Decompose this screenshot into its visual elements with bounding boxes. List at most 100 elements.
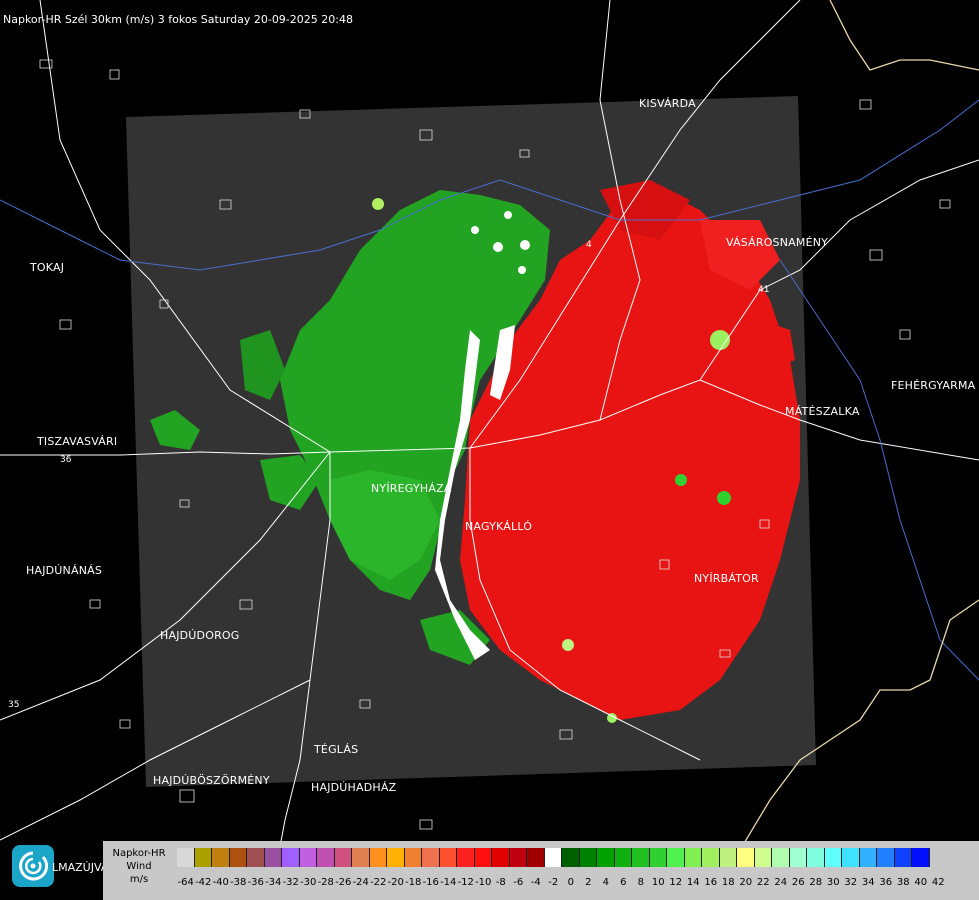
legend-tick: -34 [265, 877, 282, 888]
legend-swatch [544, 848, 562, 867]
legend-swatch [667, 848, 685, 867]
legend-tick: 36 [879, 877, 893, 888]
city-label-teglas: TÉGLÁS [314, 743, 359, 756]
legend-swatch [369, 848, 387, 867]
legend-tick: -2 [548, 877, 559, 888]
city-label-nyiregyhaza: NYÍREGYHÁZA [371, 482, 452, 495]
city-label-kisvarda: KISVÁRDA [639, 97, 696, 110]
city-label-vasarosnameny: VÁSÁROSNAMÉNY [726, 236, 829, 249]
road-number-4: 4 [586, 240, 592, 250]
echo-cell [518, 266, 526, 274]
legend-tick: -30 [300, 877, 317, 888]
legend-tick: 40 [914, 877, 928, 888]
legend-swatch [877, 848, 895, 867]
legend-tick: 32 [844, 877, 858, 888]
legend-swatch [474, 848, 492, 867]
legend-tick: 24 [774, 877, 788, 888]
legend-swatch [247, 848, 265, 867]
legend-swatch [317, 848, 335, 867]
city-label-hajdudorog: HAJDÚDOROG [160, 629, 240, 642]
legend-swatch [229, 848, 247, 867]
legend-swatch [264, 848, 282, 867]
legend-swatch [597, 848, 615, 867]
legend-swatch [299, 848, 317, 867]
legend-swatch [579, 848, 597, 867]
city-label-hajdunanas: HAJDÚNÁNÁS [26, 564, 103, 577]
legend-swatch [894, 848, 912, 867]
legend-tick: 12 [669, 877, 683, 888]
legend-swatch [177, 848, 195, 867]
map-title: Napkor-HR Szél 30km (m/s) 3 fokos Saturd… [3, 13, 353, 26]
legend-swatch [912, 848, 930, 867]
legend-tick: 10 [651, 877, 665, 888]
legend-swatch [772, 848, 790, 867]
legend-tick: -28 [317, 877, 334, 888]
legend-swatch [282, 848, 300, 867]
legend-swatch [194, 848, 212, 867]
legend-tick: 42 [931, 877, 945, 888]
legend-tick: -18 [405, 877, 422, 888]
legend-swatch [404, 848, 422, 867]
road-number-35: 35 [8, 700, 20, 710]
legend-tick: 26 [791, 877, 805, 888]
legend-tick: 34 [861, 877, 875, 888]
legend-swatch [649, 848, 667, 867]
legend-tick: 6 [620, 877, 627, 888]
legend-tick: 28 [809, 877, 823, 888]
legend-tick: 16 [704, 877, 718, 888]
legend-tick: -12 [457, 877, 474, 888]
legend-tick: -32 [282, 877, 299, 888]
legend-tick: 2 [585, 877, 592, 888]
city-label-fehergyarmat: FEHÉRGYARMA [891, 379, 976, 392]
road-number-36: 36 [60, 455, 72, 465]
radar-map [0, 0, 979, 900]
legend-swatch [352, 848, 370, 867]
echo-cell [504, 211, 512, 219]
legend-tick: 0 [567, 877, 574, 888]
legend-tick: -42 [195, 877, 212, 888]
legend-swatch [842, 848, 860, 867]
legend-tick: 22 [756, 877, 770, 888]
legend-tick: -4 [530, 877, 541, 888]
legend-tick: -8 [495, 877, 506, 888]
legend-tick: -14 [440, 877, 457, 888]
legend-tick: 20 [739, 877, 753, 888]
legend-tick: -36 [247, 877, 264, 888]
legend-tick: -38 [230, 877, 247, 888]
legend-tick: 30 [826, 877, 840, 888]
city-label-hajduboszormeny: HAJDÚBÖSZÖRMÉNY [153, 774, 270, 787]
city-label-hajduhadhaz: HAJDÚHADHÁZ [311, 781, 397, 794]
city-label-tokaj: TOKAJ [30, 261, 65, 274]
legend-swatch [702, 848, 720, 867]
legend-swatch [457, 848, 475, 867]
legend-swatch [632, 848, 650, 867]
legend-tick: -26 [335, 877, 352, 888]
legend-swatch [737, 848, 755, 867]
legend-swatch [562, 848, 580, 867]
legend-tick: -10 [475, 877, 492, 888]
legend-swatch [422, 848, 440, 867]
legend-swatch [492, 848, 510, 867]
echo-cell [520, 240, 530, 250]
legend-tick: 8 [637, 877, 644, 888]
echo-cell [675, 474, 687, 486]
legend-tick: 38 [896, 877, 910, 888]
legend-swatch [684, 848, 702, 867]
echo-cell [471, 226, 479, 234]
legend-tick: -16 [422, 877, 439, 888]
legend-tick: 4 [602, 877, 609, 888]
echo-cell [372, 198, 384, 210]
legend-swatch [754, 848, 772, 867]
legend-swatch [614, 848, 632, 867]
legend-swatch [719, 848, 737, 867]
legend-swatch [334, 848, 352, 867]
city-label-tiszavasvari: TISZAVASVÁRI [37, 435, 118, 448]
napkor-logo-icon [12, 845, 54, 887]
legend-swatch [824, 848, 842, 867]
legend-swatch [509, 848, 527, 867]
legend-tick: -40 [212, 877, 229, 888]
legend-tick: -64 [177, 877, 194, 888]
legend-tick-labels: -64 -42 -40 -38 -36 -34 -32 -30 -28 -26 -24 -22 -20-… [177, 877, 977, 891]
legend-tick: -24 [352, 877, 369, 888]
city-label-nyirbator: NYÍRBÁTOR [694, 572, 759, 585]
